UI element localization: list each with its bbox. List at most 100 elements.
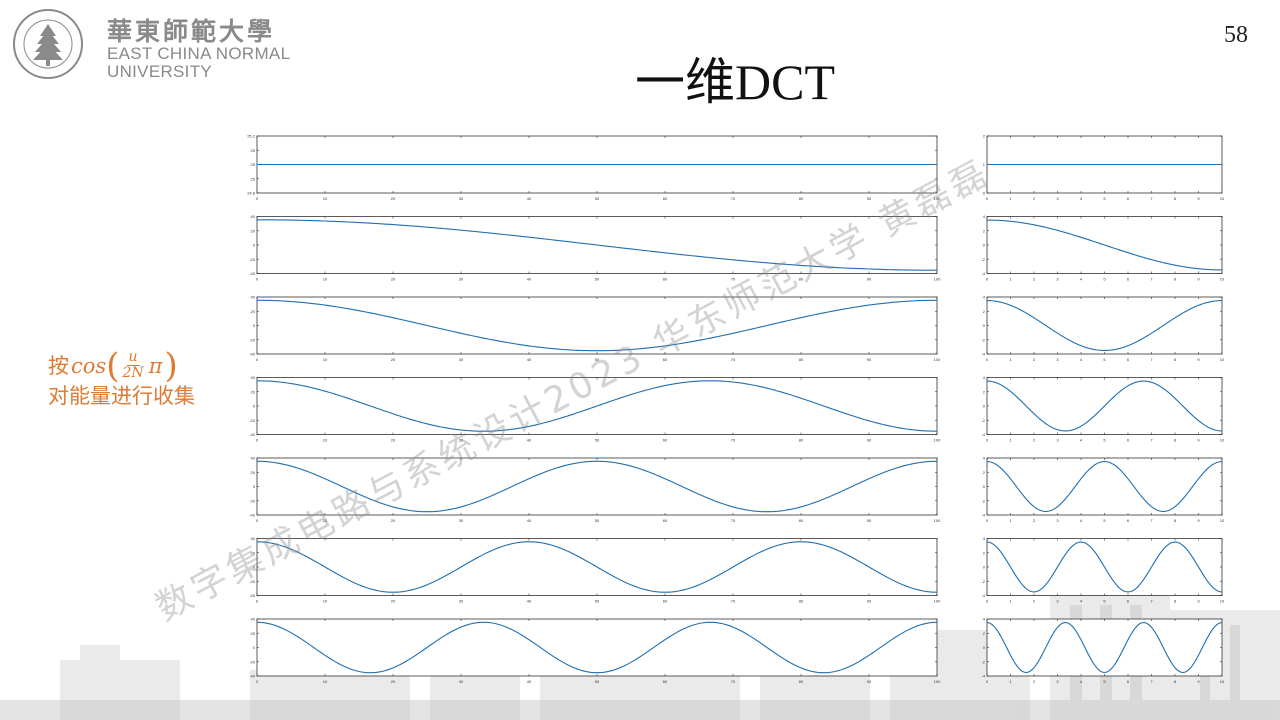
y-tick-label: 2 [983,134,986,139]
x-tick-label: 10 [323,357,328,362]
x-tick-label: 4 [1080,438,1083,443]
x-tick-label: 20 [391,357,396,362]
y-tick-label: -4 [981,352,985,357]
x-tick-label: 20 [391,438,396,443]
x-tick-label: 80 [799,196,804,201]
x-tick-label: 90 [867,277,872,282]
x-tick-label: 20 [391,518,396,523]
y-tick-label: 25.2 [247,134,256,139]
x-tick-label: 1 [1009,599,1012,604]
x-tick-label: 8 [1174,357,1177,362]
x-tick-label: 10 [323,438,328,443]
x-tick-label: 30 [459,277,464,282]
x-tick-label: 80 [799,599,804,604]
plot-frame [256,296,938,355]
x-tick-label: 60 [663,518,668,523]
x-tick-label: 8 [1174,518,1177,523]
x-tick-label: 0 [256,196,259,201]
x-tick-label: 0 [256,599,259,604]
x-tick-label: 7 [1150,357,1153,362]
plot-frame [986,296,1223,355]
x-tick-label: 80 [799,679,804,684]
x-tick-label: 2 [1033,518,1036,523]
y-tick-label: 2 [983,228,986,233]
y-tick-label: 25 [251,148,256,153]
y-tick-label: 2 [983,470,986,475]
x-tick-label: 40 [527,599,532,604]
x-tick-label: 9 [1197,277,1200,282]
y-tick-label: 2 [983,389,986,394]
y-tick-label: -2 [981,498,985,503]
x-tick-label: 1 [1009,196,1012,201]
y-tick-label: -20 [249,659,256,664]
x-tick-label: 0 [986,518,989,523]
x-tick-label: 0 [256,518,259,523]
x-tick-label: 0 [986,277,989,282]
y-tick-label: -40 [249,674,256,679]
x-tick-label: 10 [1220,438,1225,443]
x-tick-label: 3 [1056,196,1059,201]
x-tick-label: 100 [934,518,941,523]
x-tick-label: 70 [731,357,736,362]
x-tick-label: 2 [1033,599,1036,604]
y-tick-label: 40 [251,536,256,541]
x-tick-label: 100 [934,438,941,443]
x-tick-label: 4 [1080,277,1083,282]
x-tick-label: 30 [459,357,464,362]
y-tick-label: 0 [253,323,256,328]
x-tick-label: 80 [799,518,804,523]
x-tick-label: 7 [1150,438,1153,443]
x-tick-label: 50 [595,277,600,282]
x-tick-label: 60 [663,196,668,201]
y-tick-label: -40 [249,352,256,357]
y-tick-label: 24.8 [247,191,256,196]
plot-frame [986,457,1223,516]
x-tick-label: 50 [595,518,600,523]
y-tick-label: -2 [981,418,985,423]
x-tick-label: 7 [1150,599,1153,604]
x-tick-label: 9 [1197,196,1200,201]
x-tick-label: 40 [527,277,532,282]
x-tick-label: 30 [459,679,464,684]
y-tick-label: 4 [983,617,986,622]
y-tick-label: -20 [249,498,256,503]
x-tick-label: 10 [323,679,328,684]
x-tick-label: 30 [459,518,464,523]
x-tick-label: 1 [1009,518,1012,523]
x-tick-label: 4 [1080,196,1083,201]
x-tick-label: 0 [986,599,989,604]
x-tick-label: 20 [391,196,396,201]
y-tick-label: 4 [983,375,986,380]
y-tick-label: -40 [249,271,256,276]
x-tick-label: 1 [1009,357,1012,362]
y-tick-label: 40 [251,295,256,300]
x-tick-label: 8 [1174,196,1177,201]
y-tick-label: 0 [983,243,986,248]
x-tick-label: 0 [256,438,259,443]
x-tick-label: 5 [1103,277,1106,282]
x-tick-label: 60 [663,357,668,362]
y-tick-label: 0 [253,645,256,650]
x-tick-label: 1 [1009,438,1012,443]
x-tick-label: 9 [1197,518,1200,523]
x-tick-label: 40 [527,438,532,443]
y-tick-label: -20 [249,579,256,584]
x-tick-label: 100 [934,277,941,282]
plot-frame [986,618,1223,677]
x-tick-label: 5 [1103,357,1106,362]
x-tick-label: 80 [799,357,804,362]
x-tick-label: 0 [986,438,989,443]
y-tick-label: 0 [983,565,986,570]
x-tick-label: 2 [1033,679,1036,684]
x-tick-label: 80 [799,438,804,443]
y-tick-label: 0 [253,484,256,489]
x-tick-label: 4 [1080,599,1083,604]
x-tick-label: 70 [731,438,736,443]
x-tick-label: 20 [391,277,396,282]
x-tick-label: 3 [1056,518,1059,523]
y-tick-label: -20 [249,257,256,262]
x-tick-label: 0 [986,679,989,684]
x-tick-label: 2 [1033,277,1036,282]
x-tick-label: 8 [1174,438,1177,443]
y-tick-label: 0 [983,645,986,650]
